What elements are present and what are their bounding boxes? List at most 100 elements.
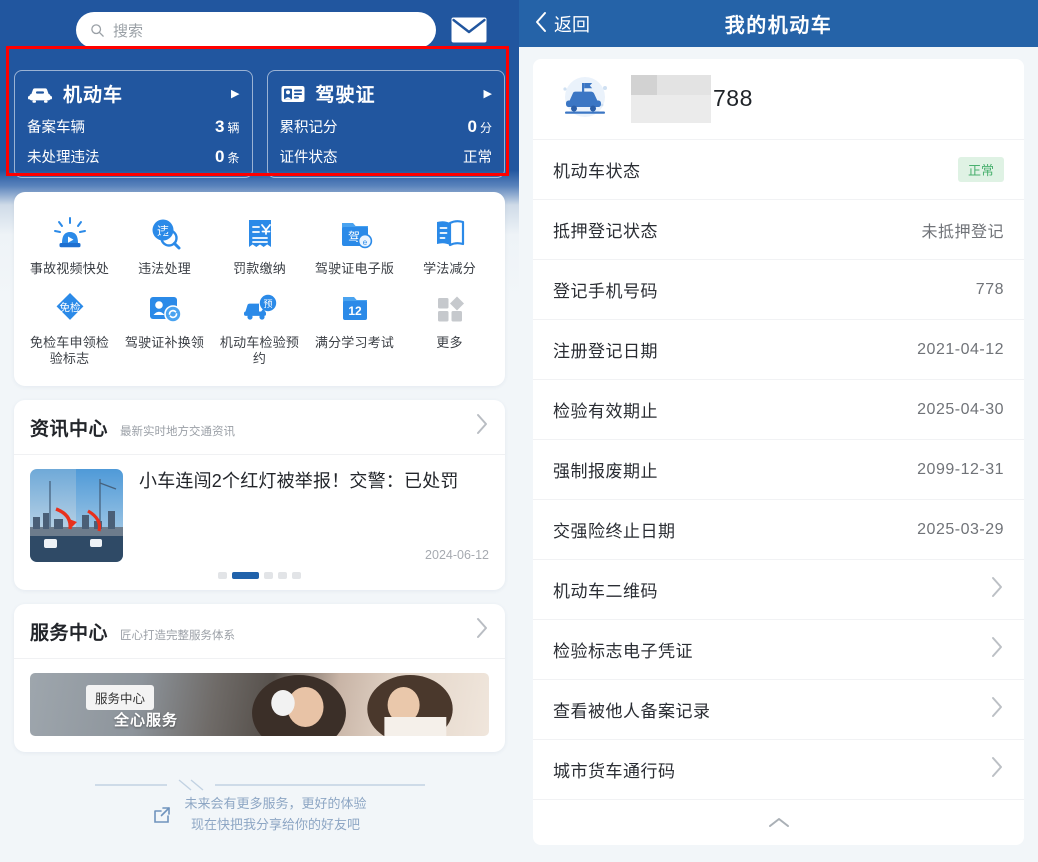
- news-date: 2024-06-12: [139, 548, 489, 562]
- grid-item-full-score-exam[interactable]: 12 满分学习考试: [307, 282, 402, 372]
- footer-divider: [95, 778, 425, 792]
- fine-payment-icon: [241, 214, 279, 254]
- license-summary-card[interactable]: 驾驶证 ▶ 累积记分 0分 证件状态 正常: [267, 70, 506, 178]
- info-label: 交强险终止日期: [553, 517, 676, 542]
- chevron-right-icon[interactable]: [991, 576, 1004, 604]
- action-row-other-filing-records[interactable]: 查看被他人备案记录: [533, 679, 1024, 739]
- grid-label: 事故视频快处: [30, 261, 109, 278]
- collapse-toggle[interactable]: [533, 799, 1024, 845]
- vehicle-card-arrow-icon[interactable]: ▶: [231, 87, 239, 100]
- vehicle-registered-label: 备案车辆: [27, 116, 85, 137]
- full-score-exam-icon: 12: [336, 288, 374, 328]
- chevron-right-icon[interactable]: [991, 636, 1004, 664]
- grid-item-fine-payment[interactable]: 罚款缴纳: [212, 208, 307, 282]
- share-external-icon[interactable]: [152, 805, 172, 825]
- info-row-scrap-deadline: 强制报废期止 2099-12-31: [533, 439, 1024, 499]
- carousel-dot[interactable]: [264, 572, 273, 579]
- service-center-title: 服务中心: [30, 618, 108, 645]
- accident-video-icon: [51, 214, 89, 254]
- info-label: 检验有效期止: [553, 397, 658, 422]
- license-card-title: 驾驶证: [316, 80, 376, 107]
- status-badge: 正常: [958, 157, 1004, 182]
- service-banner-wrap: 服务中心 全心服务: [14, 659, 505, 752]
- license-points-label: 累积记分: [280, 116, 338, 137]
- grid-label: 机动车检验预约: [214, 335, 305, 368]
- grid-item-e-license[interactable]: 驾 e 驾驶证电子版: [307, 208, 402, 282]
- news-center-header[interactable]: 资讯中心 最新实时地方交通资讯: [14, 400, 505, 455]
- grid-item-study-law-points[interactable]: 学法减分: [402, 208, 497, 282]
- carousel-dots[interactable]: [14, 568, 505, 590]
- action-label: 机动车二维码: [553, 577, 658, 602]
- license-points-row: 累积记分 0分: [280, 116, 493, 137]
- vehicle-card-title: 机动车: [63, 80, 123, 107]
- info-label: 强制报废期止: [553, 457, 658, 482]
- plate-visible-digits: 788: [713, 85, 753, 112]
- carousel-dot[interactable]: [278, 572, 287, 579]
- mail-envelope-icon[interactable]: [450, 15, 488, 45]
- chevron-right-icon[interactable]: [476, 413, 489, 440]
- grid-label: 罚款缴纳: [233, 261, 286, 278]
- news-body: 小车连闯2个红灯被举报！交警：已处罚 2024-06-12: [139, 469, 489, 562]
- back-button[interactable]: 返回: [535, 11, 590, 37]
- carousel-dot[interactable]: [292, 572, 301, 579]
- chevron-right-icon[interactable]: [476, 617, 489, 644]
- service-center-header[interactable]: 服务中心 匠心打造完整服务体系: [14, 604, 505, 659]
- vehicle-card-header: 机动车 ▶: [27, 80, 240, 107]
- dual-panel-screenshot: 搜索 机动: [0, 0, 1038, 862]
- grid-item-accident-video[interactable]: 事故视频快处: [22, 208, 117, 282]
- carousel-dot-active[interactable]: [232, 572, 259, 579]
- info-label: 登记手机号码: [553, 277, 658, 302]
- action-label: 检验标志电子凭证: [553, 637, 693, 662]
- info-row-vehicle-status: 机动车状态 正常: [533, 139, 1024, 199]
- action-label: 城市货车通行码: [553, 757, 676, 782]
- news-thumbnail: [30, 469, 123, 562]
- grid-item-license-renew[interactable]: 驾驶证补换领: [117, 282, 212, 372]
- license-card-arrow-icon[interactable]: ▶: [484, 87, 492, 100]
- action-row-inspection-certificate[interactable]: 检验标志电子凭证: [533, 619, 1024, 679]
- back-label: 返回: [554, 11, 590, 37]
- violation-search-icon: 违: [146, 214, 184, 254]
- grid-label: 违法处理: [138, 261, 191, 278]
- car-icon: [27, 83, 53, 105]
- svg-text:12: 12: [348, 304, 362, 318]
- action-row-city-truck-pass[interactable]: 城市货车通行码: [533, 739, 1024, 799]
- more-grid-icon: [431, 288, 469, 328]
- page-title: 我的机动车: [519, 9, 1038, 38]
- masked-plate: 788: [631, 73, 753, 123]
- chevron-right-icon[interactable]: [991, 696, 1004, 724]
- grid-item-more[interactable]: 更多: [402, 282, 497, 372]
- service-center-banner[interactable]: 服务中心 全心服务: [30, 673, 489, 736]
- e-license-icon: 驾 e: [336, 214, 374, 254]
- info-row-inspection-valid-until: 检验有效期止 2025-04-30: [533, 379, 1024, 439]
- search-input[interactable]: 搜索: [76, 12, 436, 48]
- carousel-dot[interactable]: [218, 572, 227, 579]
- action-label: 查看被他人备案记录: [553, 697, 711, 722]
- vehicle-registered-value: 3: [215, 117, 224, 136]
- service-center-card: 服务中心 匠心打造完整服务体系 服务中心: [14, 604, 505, 752]
- share-line-1: 未来会有更多服务，更好的体验: [184, 794, 366, 815]
- grid-label: 驾驶证补换领: [125, 335, 204, 352]
- license-status-value: 正常: [463, 146, 492, 167]
- action-row-vehicle-qrcode[interactable]: 机动车二维码: [533, 559, 1024, 619]
- license-status-row: 证件状态 正常: [280, 146, 493, 167]
- police-car-illustration-icon: [555, 75, 615, 121]
- service-grid: 事故视频快处 违 违法处理: [14, 192, 505, 386]
- grid-item-exempt-inspection[interactable]: 免检 免检车申领检验标志: [22, 282, 117, 372]
- plate-mask-block: [631, 95, 711, 123]
- license-points-unit: 分: [480, 121, 492, 135]
- info-row-registration-date: 注册登记日期 2021-04-12: [533, 319, 1024, 379]
- summary-cards-row: 机动车 ▶ 备案车辆 3辆 未处理违法 0条: [0, 58, 519, 178]
- news-item[interactable]: 小车连闯2个红灯被举报！交警：已处罚 2024-06-12: [14, 455, 505, 568]
- share-row[interactable]: 未来会有更多服务，更好的体验 现在快把我分享给你的好友吧: [152, 794, 366, 836]
- grid-label: 满分学习考试: [315, 335, 394, 352]
- search-row: 搜索: [0, 0, 519, 58]
- grid-item-vehicle-inspection[interactable]: 预 机动车检验预约: [212, 282, 307, 372]
- news-headline: 小车连闯2个红灯被举报！交警：已处罚: [139, 469, 489, 494]
- vehicle-summary-card[interactable]: 机动车 ▶ 备案车辆 3辆 未处理违法 0条: [14, 70, 253, 178]
- nav-bar: 返回 我的机动车: [519, 0, 1038, 47]
- info-value: 未抵押登记: [921, 218, 1004, 242]
- chevron-right-icon[interactable]: [991, 756, 1004, 784]
- grid-item-violation-handling[interactable]: 违 违法处理: [117, 208, 212, 282]
- search-placeholder-text: 搜索: [113, 20, 143, 41]
- info-row-mortgage-status: 抵押登记状态 未抵押登记: [533, 199, 1024, 259]
